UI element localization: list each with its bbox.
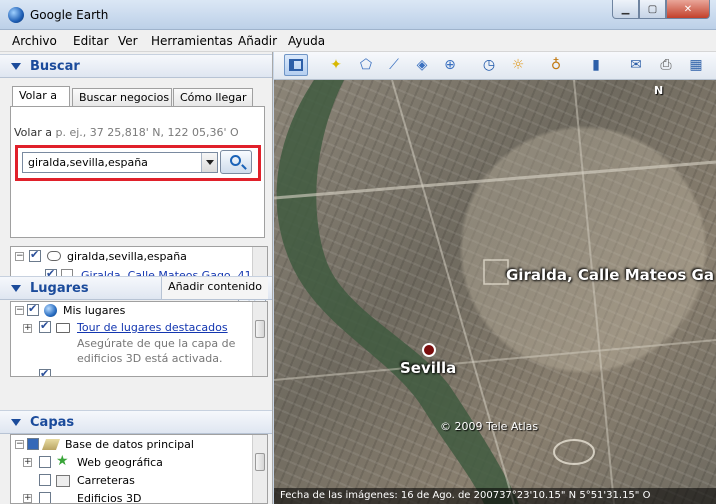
map-label-sevilla[interactable]: Sevilla <box>400 359 456 377</box>
tour-description-line-2: edificios 3D está activada. <box>77 352 223 365</box>
collapse-icon[interactable]: − <box>15 440 24 449</box>
roads-checkbox[interactable] <box>39 474 51 486</box>
search-section-header[interactable]: Buscar <box>0 54 272 78</box>
polygon-icon[interactable]: ⬠ <box>354 54 378 76</box>
geographic-web-label[interactable]: Web geográfica <box>77 456 163 472</box>
collapse-icon[interactable]: − <box>15 252 24 261</box>
places-tree: − Mis lugares + Tour de lugares destacad… <box>10 301 268 377</box>
tab-como-llegar[interactable]: Cómo llegar <box>173 88 253 107</box>
overlay-icon[interactable]: ◈ <box>410 54 434 76</box>
dropdown-arrow-icon[interactable] <box>201 153 217 172</box>
add-content-button[interactable]: Añadir contenido <box>161 277 268 299</box>
placemark-icon[interactable]: ✦ <box>324 54 348 76</box>
layers-scrollbar-thumb[interactable] <box>255 453 265 471</box>
location-pin-icon[interactable] <box>422 343 436 357</box>
fly-to-hint-example: p. ej., 37 25,818' N, 122 05,36' O <box>55 126 239 139</box>
buildings-3d-label[interactable]: Edificios 3D <box>77 492 141 503</box>
search-input[interactable]: giralda,sevilla,españa <box>22 152 218 173</box>
window-title: Google Earth <box>30 8 109 22</box>
menu-bar: Archivo Editar Ver Herramientas Añadir A… <box>0 30 716 52</box>
tab-buscar-negocios[interactable]: Buscar negocios <box>72 88 172 107</box>
roads-icon <box>56 475 70 487</box>
status-bar: Fecha de las imágenes: 16 de Ago. de 200… <box>274 488 716 504</box>
places-scrollbar-thumb[interactable] <box>255 320 265 338</box>
primary-db-label[interactable]: Base de datos principal <box>65 438 194 454</box>
temporary-places-checkbox[interactable] <box>39 367 51 376</box>
places-scrollbar[interactable] <box>252 302 267 376</box>
menu-archivo[interactable]: Archivo <box>12 34 57 48</box>
minimize-button[interactable]: ▁ <box>612 0 639 19</box>
title-bar: Google Earth ▁ ▢ ✕ <box>0 0 716 30</box>
globe-icon <box>44 304 57 317</box>
search-section-title: Buscar <box>30 59 80 74</box>
menu-ayuda[interactable]: Ayuda <box>288 34 325 48</box>
search-button[interactable] <box>220 150 252 174</box>
tour-checkbox[interactable] <box>39 319 51 333</box>
result-query-label[interactable]: giralda,sevilla,españa <box>67 250 187 266</box>
left-panel: Buscar Volar a Buscar negocios Cómo lleg… <box>0 52 273 504</box>
sunlight-icon[interactable]: ☼ <box>506 54 530 76</box>
sidebar-icon[interactable] <box>284 54 308 76</box>
layers-stack-icon <box>41 439 61 450</box>
layers-section-title: Capas <box>30 415 75 430</box>
fly-to-hint-label: Volar a <box>14 126 52 139</box>
map-copyright: © 2009 Tele Atlas <box>440 420 539 433</box>
fly-to-hint: Volar a p. ej., 37 25,818' N, 122 05,36'… <box>14 126 239 139</box>
buildings-3d-checkbox[interactable] <box>39 492 51 503</box>
places-section-header[interactable]: Lugares Añadir contenido <box>0 276 272 300</box>
print-icon[interactable]: ⎙ <box>654 54 678 76</box>
collapse-triangle-icon[interactable] <box>11 419 21 426</box>
email-icon[interactable]: ✉ <box>624 54 648 76</box>
search-icon <box>230 155 241 166</box>
collapse-triangle-icon[interactable] <box>11 63 21 70</box>
search-input-value: giralda,sevilla,españa <box>28 156 148 169</box>
river-overlay <box>274 80 716 504</box>
collapse-triangle-icon[interactable] <box>11 285 21 292</box>
my-places-checkbox[interactable] <box>27 302 39 316</box>
historical-imagery-icon[interactable]: ◷ <box>477 54 501 76</box>
map-view[interactable]: N Giralda, Calle Mateos Ga Sevilla © 200… <box>274 80 716 504</box>
google-maps-icon[interactable]: ▦ <box>684 54 708 76</box>
geographic-web-checkbox[interactable] <box>39 456 51 468</box>
window-controls: ▁ ▢ ✕ <box>612 0 710 19</box>
menu-anadir[interactable]: Añadir <box>238 34 277 48</box>
my-places-label[interactable]: Mis lugares <box>63 304 125 320</box>
compass-north-icon[interactable]: N <box>654 84 670 98</box>
map-toolbar: ✦ ⬠ ⟋ ◈ ⊕ ◷ ☼ ♁ ▮ ✉ ⎙ ▦ <box>274 52 716 80</box>
ruler-icon[interactable]: ▮ <box>584 54 608 76</box>
tour-description-line-1: Asegúrate de que la capa de <box>77 337 236 350</box>
primary-db-checkbox[interactable] <box>27 438 39 450</box>
result-checkbox[interactable] <box>29 248 41 262</box>
tour-icon[interactable]: ⊕ <box>438 54 462 76</box>
layers-section-header[interactable]: Capas <box>0 410 272 434</box>
google-earth-logo-icon <box>8 7 24 23</box>
close-button[interactable]: ✕ <box>666 0 710 19</box>
places-section-title: Lugares <box>30 281 89 296</box>
roads-label[interactable]: Carreteras <box>77 474 135 490</box>
tour-link[interactable]: Tour de lugares destacados <box>77 321 228 337</box>
star-icon: ★ <box>56 453 69 469</box>
expand-icon[interactable]: + <box>23 494 32 503</box>
menu-ver[interactable]: Ver <box>118 34 138 48</box>
collapse-icon[interactable]: − <box>15 306 24 315</box>
menu-herramientas[interactable]: Herramientas <box>151 34 233 48</box>
menu-editar[interactable]: Editar <box>73 34 109 48</box>
folder-icon <box>56 323 70 333</box>
expand-icon[interactable]: + <box>23 324 32 333</box>
layers-scrollbar[interactable] <box>252 435 267 503</box>
layers-tree: − Base de datos principal + ★ Web geográ… <box>10 434 268 504</box>
search-folder-icon <box>47 251 61 261</box>
maximize-button[interactable]: ▢ <box>639 0 666 19</box>
map-label-giralda[interactable]: Giralda, Calle Mateos Ga <box>506 266 714 284</box>
tab-volar-a[interactable]: Volar a <box>12 86 70 108</box>
path-icon[interactable]: ⟋ <box>382 54 406 76</box>
expand-icon[interactable]: + <box>23 458 32 467</box>
planets-icon[interactable]: ♁ <box>544 54 568 76</box>
